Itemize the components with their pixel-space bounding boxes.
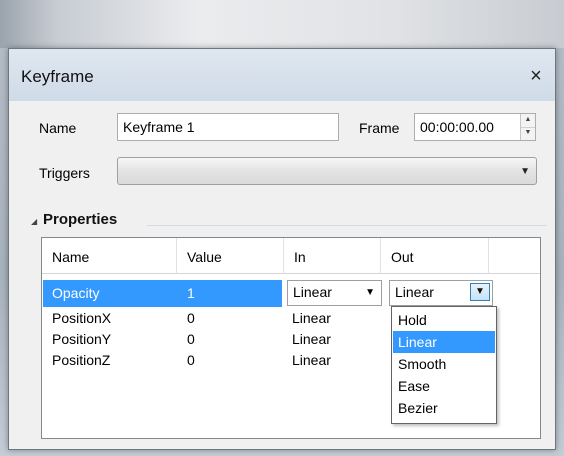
out-combobox[interactable]: Linear ▼ [389, 280, 493, 306]
name-input[interactable]: Keyframe 1 [117, 113, 339, 141]
dropdown-option-ease[interactable]: Ease [393, 375, 495, 397]
cell-value[interactable]: 0 [187, 308, 195, 329]
cell-name: PositionZ [52, 352, 111, 368]
name-label: Name [39, 120, 77, 136]
table-row[interactable]: Opacity 1 Linear ▼ Linear ▼ [42, 280, 540, 307]
cell-name: PositionX [52, 310, 112, 326]
keyframe-dialog: Keyframe × Name Keyframe 1 Frame 00:00:0… [8, 48, 556, 450]
dialog-body: Name Keyframe 1 Frame 00:00:00.00 ▲ ▼ Tr… [9, 101, 555, 449]
column-header-in[interactable]: In [284, 238, 381, 274]
cell-value[interactable]: 1 [187, 283, 195, 304]
dropdown-option-hold[interactable]: Hold [393, 309, 495, 331]
column-header-value[interactable]: Value [177, 238, 284, 274]
spin-up-icon[interactable]: ▲ [521, 114, 535, 128]
cell-value[interactable]: 0 [187, 350, 195, 371]
desktop-background [0, 0, 564, 48]
section-divider [147, 225, 547, 226]
column-header-name[interactable]: Name [42, 238, 177, 274]
chevron-down-icon: ▼ [520, 166, 530, 177]
frame-input[interactable]: 00:00:00.00 ▲ ▼ [414, 113, 536, 141]
column-header-out[interactable]: Out [381, 238, 489, 274]
cell-in[interactable]: Linear [292, 329, 331, 350]
triggers-combobox[interactable]: ▼ [117, 157, 537, 185]
properties-header: Properties [43, 211, 118, 228]
dropdown-option-smooth[interactable]: Smooth [393, 353, 495, 375]
out-dropdown-list: Hold Linear Smooth Ease Bezier [391, 306, 497, 424]
cell-name: PositionY [52, 331, 112, 347]
spin-down-icon[interactable]: ▼ [521, 127, 535, 140]
chevron-down-icon[interactable]: ▼ [470, 283, 490, 301]
frame-value: 00:00:00.00 [420, 119, 494, 135]
in-combobox[interactable]: Linear ▼ [287, 280, 382, 306]
close-icon[interactable]: × [525, 65, 547, 87]
dropdown-option-bezier[interactable]: Bezier [393, 397, 495, 419]
cell-name: Opacity [52, 285, 100, 301]
out-combobox-value: Linear [395, 284, 434, 300]
in-combobox-value: Linear [293, 284, 332, 300]
cell-in[interactable]: Linear [292, 350, 331, 371]
cell-value[interactable]: 0 [187, 329, 195, 350]
dialog-title: Keyframe [21, 67, 94, 86]
dropdown-option-linear[interactable]: Linear [393, 331, 495, 353]
properties-grid: Name Value In Out Opacity 1 Linear ▼ Lin… [41, 237, 541, 439]
triggers-label: Triggers [39, 165, 90, 181]
column-header-filler [489, 238, 540, 274]
frame-spinner[interactable]: ▲ ▼ [520, 114, 535, 140]
dialog-titlebar[interactable]: Keyframe × [9, 49, 555, 102]
collapse-triangle-icon[interactable]: ◢ [31, 217, 37, 226]
frame-label: Frame [359, 120, 400, 136]
chevron-down-icon: ▼ [365, 287, 375, 298]
cell-in[interactable]: Linear [292, 308, 331, 329]
